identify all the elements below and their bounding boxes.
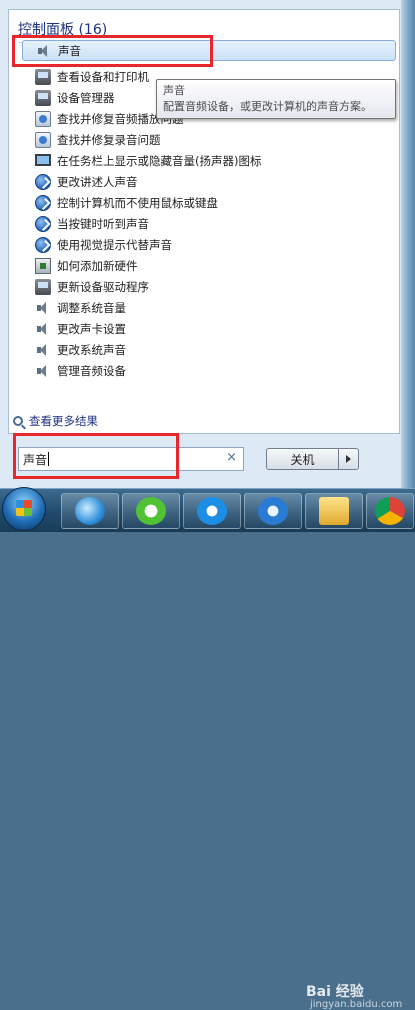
troubleshoot-icon xyxy=(35,131,51,148)
see-more-results-link[interactable]: 查看更多结果 xyxy=(13,413,98,429)
window-edge xyxy=(401,0,415,488)
ease-of-access-icon xyxy=(35,173,51,190)
result-item-adjust-volume[interactable]: 调整系统音量 xyxy=(22,297,396,318)
result-tooltip: 声音 配置音频设备，或更改计算机的声音方案。 xyxy=(156,79,396,119)
result-label: 在任务栏上显示或隐藏音量(扬声器)图标 xyxy=(57,153,262,168)
ease-of-access-icon xyxy=(35,194,51,211)
result-label: 更改系统声音 xyxy=(57,342,126,357)
result-item-sound-card-settings[interactable]: 更改声卡设置 xyxy=(22,318,396,339)
tooltip-body: 配置音频设备，或更改计算机的声音方案。 xyxy=(163,100,372,113)
result-item-visual-cues[interactable]: 使用视觉提示代替声音 xyxy=(22,234,396,255)
ease-of-access-icon xyxy=(35,215,51,232)
taskbar-app-wechat[interactable] xyxy=(122,493,180,529)
result-label: 更新设备驱动程序 xyxy=(57,279,149,294)
start-menu: 控制面板 (16) 声音 查看设备和打印机 设备管理器 查找并修复音频播放问题 … xyxy=(0,0,401,488)
shutdown-button[interactable]: 关机 xyxy=(266,448,339,470)
shutdown-options-arrow[interactable] xyxy=(339,448,359,470)
result-item-manage-audio-devices[interactable]: 管理音频设备 xyxy=(22,360,396,381)
result-label: 查看设备和打印机 xyxy=(57,69,149,84)
tooltip-title: 声音 xyxy=(163,84,185,97)
speaker-icon xyxy=(35,321,51,337)
messenger-icon xyxy=(197,497,227,525)
speaker-icon xyxy=(35,342,51,358)
watermark-url: jingyan.baidu.com xyxy=(310,999,403,1010)
result-label: 调整系统音量 xyxy=(57,300,126,315)
result-label: 使用视觉提示代替声音 xyxy=(57,237,172,252)
taskbar-app-browser[interactable] xyxy=(61,493,119,529)
result-item-taskbar-volume-icon[interactable]: 在任务栏上显示或隐藏音量(扬声器)图标 xyxy=(22,150,396,171)
result-item-key-sounds[interactable]: 当按键时听到声音 xyxy=(22,213,396,234)
wechat-icon xyxy=(136,497,166,525)
result-label: 更改讲述人声音 xyxy=(57,174,138,189)
highlight-sound-result xyxy=(12,35,213,67)
folder-icon xyxy=(319,497,349,525)
result-item-no-mouse-keyboard[interactable]: 控制计算机而不使用鼠标或键盘 xyxy=(22,192,396,213)
result-item-narrator-voice[interactable]: 更改讲述人声音 xyxy=(22,171,396,192)
start-orb-icon[interactable] xyxy=(2,487,46,531)
troubleshoot-icon xyxy=(35,110,51,127)
result-label: 控制计算机而不使用鼠标或键盘 xyxy=(57,195,218,210)
browser-icon xyxy=(75,497,105,525)
watermark-brand: Bai 经验 xyxy=(306,984,364,1000)
speaker-icon xyxy=(35,300,51,316)
taskbar-monitor-icon xyxy=(35,153,51,166)
shutdown-button-group: 关机 xyxy=(266,448,359,470)
result-item-system-sounds[interactable]: 更改系统声音 xyxy=(22,339,396,360)
taskbar-app-chrome[interactable] xyxy=(366,493,414,529)
taskbar: Bai 经验 jingyan.baidu.com xyxy=(0,487,415,1010)
device-manager-icon xyxy=(35,89,51,106)
search-icon xyxy=(13,416,23,426)
result-item-troubleshoot-recording[interactable]: 查找并修复录音问题 xyxy=(22,129,396,150)
result-item-update-drivers[interactable]: 更新设备驱动程序 xyxy=(22,276,396,297)
devices-printers-icon xyxy=(35,68,51,85)
result-label: 如何添加新硬件 xyxy=(57,258,138,273)
device-manager-icon xyxy=(35,278,51,295)
result-label: 更改声卡设置 xyxy=(57,321,126,336)
result-label: 管理音频设备 xyxy=(57,363,126,378)
ease-of-access-icon xyxy=(35,236,51,253)
result-label: 设备管理器 xyxy=(57,90,115,105)
taskbar-app-folder[interactable] xyxy=(305,493,363,529)
search-results-pane: 控制面板 (16) 声音 查看设备和打印机 设备管理器 查找并修复音频播放问题 … xyxy=(8,9,400,434)
result-label: 查找并修复录音问题 xyxy=(57,132,161,147)
chrome-icon xyxy=(375,497,405,525)
see-more-label: 查看更多结果 xyxy=(29,414,98,428)
taskbar-app-contacts[interactable] xyxy=(244,493,302,529)
result-item-add-hardware[interactable]: 如何添加新硬件 xyxy=(22,255,396,276)
highlight-search-box xyxy=(13,433,179,479)
clear-icon[interactable]: × xyxy=(226,450,237,465)
add-hardware-icon xyxy=(35,257,51,274)
contacts-icon xyxy=(258,497,288,525)
speaker-icon xyxy=(35,363,51,379)
taskbar-app-messenger[interactable] xyxy=(183,493,241,529)
result-label: 当按键时听到声音 xyxy=(57,216,149,231)
